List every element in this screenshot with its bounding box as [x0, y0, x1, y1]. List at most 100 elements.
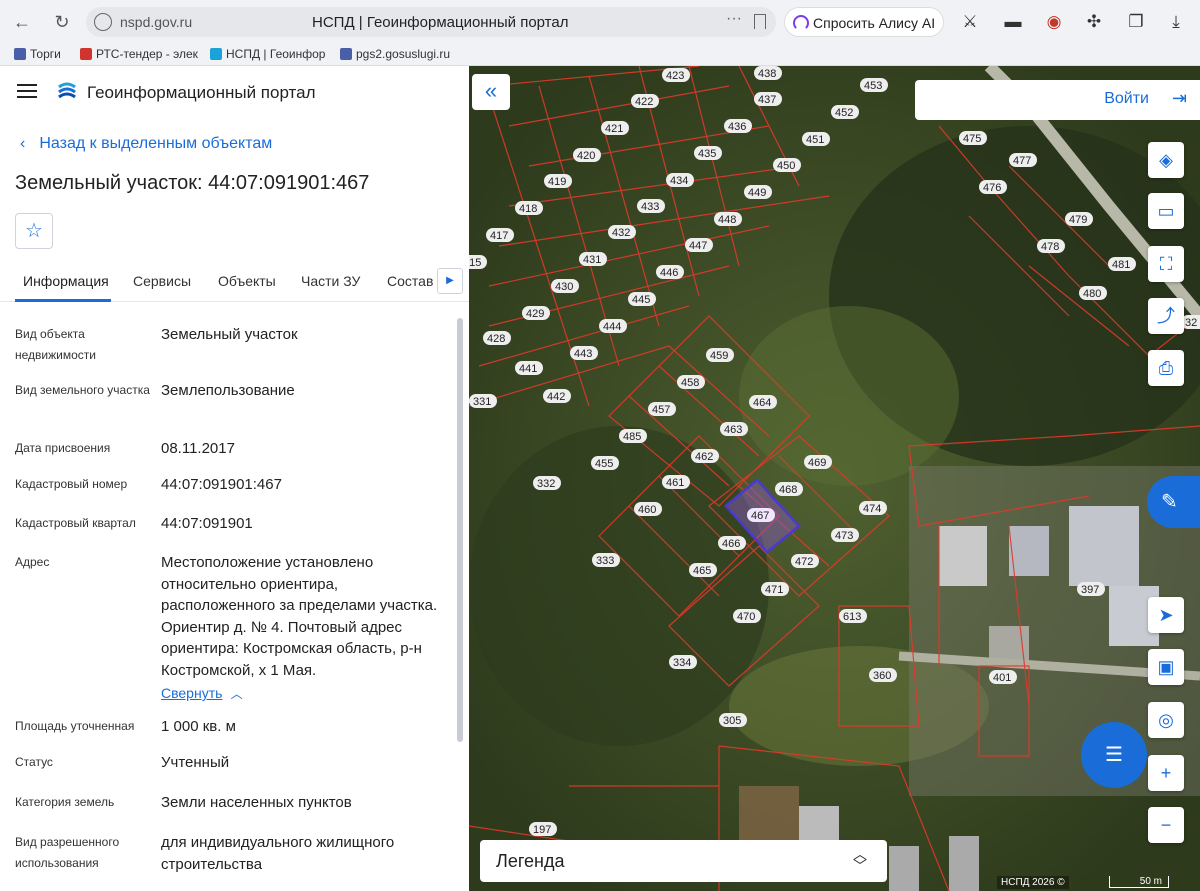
chat-icon: ☰: [1105, 744, 1123, 766]
svg-text:446: 446: [660, 267, 678, 279]
map-view[interactable]: 423 438 453 422 437 452 421 436 451 475 …: [469, 66, 1200, 891]
bookmark-item[interactable]: pgs2.gosuslugi.ru: [340, 47, 450, 61]
zoom-in-button[interactable]: +: [1148, 755, 1184, 791]
tab-objects[interactable]: Объекты: [218, 273, 276, 289]
chevron-left-icon: ‹: [20, 135, 26, 152]
feedback-tab[interactable]: ✎: [1147, 476, 1200, 528]
parcel-label: 433: [637, 199, 665, 213]
location-search-button[interactable]: ◎: [1148, 702, 1184, 738]
download-icon[interactable]: ⤓: [1166, 12, 1186, 32]
parcel-label: 472: [791, 554, 819, 568]
collections-icon[interactable]: ❐: [1126, 12, 1146, 32]
chevron-up-icon[interactable]: ︿: [231, 687, 243, 701]
parcel-label: 464: [749, 395, 777, 409]
parcel-label: 473: [831, 528, 859, 542]
svg-text:451: 451: [806, 134, 824, 146]
parcel-label: 479: [1065, 212, 1093, 226]
reload-icon[interactable]: ↻: [50, 10, 74, 34]
property-value: 08.11.2017: [161, 440, 235, 457]
svg-text:481: 481: [1112, 259, 1130, 271]
browser-toolbar: ← ↻ nspd.gov.ru НСПД | Геоинформационный…: [0, 0, 1200, 44]
active-tab-indicator: [15, 299, 111, 302]
svg-text:466: 466: [722, 538, 740, 550]
extension-minus-icon[interactable]: ▬: [1003, 12, 1023, 32]
ruler-icon: ▭: [1157, 201, 1175, 221]
svg-text:437: 437: [758, 94, 776, 106]
parcel-label: 360: [869, 668, 897, 682]
svg-text:450: 450: [777, 160, 795, 172]
minimap-icon: ▣: [1157, 657, 1175, 677]
parcel-label: 448: [714, 212, 742, 226]
chat-button[interactable]: ☰: [1081, 722, 1147, 788]
extensions-puzzle-icon[interactable]: ✣: [1084, 12, 1104, 32]
collapse-panel-button[interactable]: «: [472, 74, 510, 110]
tab-services[interactable]: Сервисы: [133, 273, 191, 289]
share-button[interactable]: ⤴: [1148, 298, 1184, 334]
bookmark-item[interactable]: РТС-тендер - элек: [80, 47, 198, 61]
favorite-star-button[interactable]: ☆: [15, 213, 53, 249]
gosuslugi-icon: [340, 48, 352, 60]
svg-text:459: 459: [710, 350, 728, 362]
svg-text:420: 420: [577, 150, 595, 162]
parcel-label: 422: [631, 94, 659, 108]
parcel-label: 415: [469, 255, 487, 269]
tab-info[interactable]: Информация: [23, 273, 109, 289]
bookmark-item[interactable]: НСПД | Геоинфор: [210, 47, 325, 61]
parcel-label: 444: [599, 319, 627, 333]
geolocate-button[interactable]: ➤: [1148, 597, 1184, 633]
svg-text:458: 458: [681, 377, 699, 389]
layers-button[interactable]: ◈: [1148, 142, 1184, 178]
parcel-label: 461: [662, 475, 690, 489]
svg-text:438: 438: [758, 68, 776, 80]
back-to-selected-link[interactable]: ‹ Назад к выделенным объектам: [20, 135, 272, 153]
property-label: Кадастровый номер: [15, 477, 128, 491]
parcel-label: 468: [775, 482, 803, 496]
minimap-button[interactable]: ▣: [1148, 649, 1184, 685]
parcel-label: 470: [733, 609, 761, 623]
more-dots-icon[interactable]: ···: [726, 10, 742, 28]
zoom-out-button[interactable]: −: [1148, 807, 1184, 843]
panel-scrollbar[interactable]: [457, 318, 463, 742]
parcel-label: 451: [802, 132, 830, 146]
address-bar[interactable]: nspd.gov.ru НСПД | Геоинформационный пор…: [86, 7, 776, 37]
property-label: Вид земельного участка: [15, 383, 150, 397]
page-title: Земельный участок: 44:07:091901:467: [15, 172, 370, 194]
info-panel: Геоинформационный портал ‹ Назад к выделе…: [0, 66, 469, 891]
login-button[interactable]: Войти ⇥: [915, 80, 1200, 120]
parcel-label: 432: [608, 225, 636, 239]
svg-text:473: 473: [835, 530, 853, 542]
svg-text:462: 462: [695, 451, 713, 463]
svg-text:332: 332: [537, 478, 555, 490]
extension-record-icon[interactable]: ◉: [1044, 12, 1064, 32]
parcel-label: 438: [754, 66, 782, 80]
legend-panel[interactable]: Легенда ︿ ﹀: [480, 840, 887, 882]
extension-k-icon[interactable]: ⚔: [960, 12, 980, 32]
parcel-label: 421: [601, 121, 629, 135]
bookmarks-bar: Торги РТС-тендер - элек НСПД | Геоинфор …: [0, 44, 1200, 66]
svg-text:613: 613: [843, 611, 861, 623]
tab-composition[interactable]: Состав: [387, 273, 433, 289]
bookmark-item[interactable]: Торги: [14, 47, 61, 61]
alice-button[interactable]: Спросить Алису AI: [784, 7, 944, 37]
parcel-label: 418: [515, 201, 543, 215]
area-select-button[interactable]: ⛶: [1148, 246, 1184, 282]
collapse-link[interactable]: Свернуть: [161, 685, 222, 701]
property-label: Вид объекта недвижимости: [15, 327, 96, 362]
property-value: Землепользование: [161, 382, 295, 399]
tab-parts[interactable]: Части ЗУ: [301, 273, 360, 289]
bookmark-icon[interactable]: [754, 14, 766, 29]
portal-title: Геоинформационный портал: [87, 83, 316, 102]
parcel-label: 429: [522, 306, 550, 320]
svg-text:418: 418: [519, 203, 537, 215]
menu-icon[interactable]: [17, 84, 37, 98]
site-info-icon[interactable]: [94, 13, 112, 31]
tabs-next-button[interactable]: ▶: [437, 268, 463, 294]
parcel-label: 401: [989, 670, 1017, 684]
back-arrow-icon[interactable]: ←: [10, 10, 34, 34]
address-text: Местоположение установлено относительно …: [161, 554, 438, 679]
print-button[interactable]: ⎙: [1148, 350, 1184, 386]
svg-text:435: 435: [698, 148, 716, 160]
svg-text:429: 429: [526, 308, 544, 320]
svg-text:472: 472: [795, 556, 813, 568]
ruler-button[interactable]: ▭: [1148, 193, 1184, 229]
